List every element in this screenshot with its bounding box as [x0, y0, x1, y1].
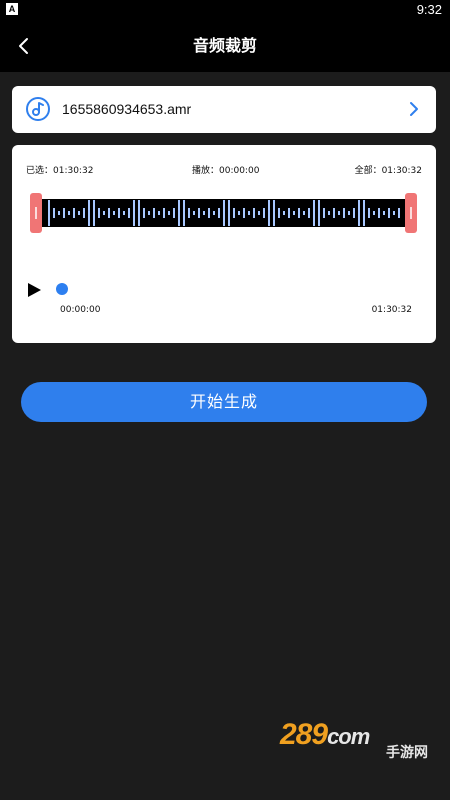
selected-duration: 已选：01:30:32 — [26, 166, 94, 176]
waveform-bar — [258, 211, 260, 215]
waveform-bar — [323, 208, 325, 218]
waveform-bar — [393, 211, 395, 215]
waveform-bar — [73, 208, 75, 218]
waveform-bar — [333, 208, 335, 218]
waveform-bar — [363, 200, 365, 226]
waveform-bar — [328, 211, 330, 215]
waveform-bar — [228, 200, 230, 226]
waveform-bar — [88, 200, 90, 226]
waveform-bar — [253, 208, 255, 218]
trim-handle-left[interactable] — [30, 193, 42, 233]
waveform-bar — [148, 211, 150, 215]
waveform-bar — [68, 211, 70, 215]
waveform-bar — [248, 211, 250, 215]
app-badge: A — [6, 3, 18, 15]
waveform-bar — [223, 200, 225, 226]
waveform-bar — [108, 208, 110, 218]
waveform-bar — [273, 200, 275, 226]
waveform-bar — [98, 208, 100, 218]
waveform-bar — [103, 211, 105, 215]
waveform-bar — [133, 200, 135, 226]
waveform-bar — [158, 211, 160, 215]
waveform-bar — [53, 208, 55, 218]
chevron-right-icon[interactable] — [406, 101, 422, 117]
play-position: 播放：00:00:00 — [192, 166, 260, 176]
waveform-bar — [378, 208, 380, 218]
waveform-bar — [143, 208, 145, 218]
waveform-bar — [288, 208, 290, 218]
waveform-bar — [193, 211, 195, 215]
waveform-bar — [208, 208, 210, 218]
waveform-bar — [303, 211, 305, 215]
waveform-bar — [238, 211, 240, 215]
waveform-bar — [48, 200, 50, 226]
waveform-bar — [183, 200, 185, 226]
waveform-bar — [118, 208, 120, 218]
waveform-bar — [213, 211, 215, 215]
status-time: 9:32 — [416, 2, 442, 17]
waveform-bar — [113, 211, 115, 215]
music-note-icon — [26, 97, 50, 121]
waveform-bar — [313, 200, 315, 226]
play-button[interactable] — [26, 282, 42, 298]
waveform-trimmer[interactable] — [30, 193, 417, 233]
waveform-bar — [198, 208, 200, 218]
waveform-bar — [153, 208, 155, 218]
waveform-bar — [168, 211, 170, 215]
waveform-bar — [338, 211, 340, 215]
waveform-bar — [388, 208, 390, 218]
waveform-bar — [293, 211, 295, 215]
waveform-bar — [268, 200, 270, 226]
waveform-bar — [178, 200, 180, 226]
waveform-bar — [373, 211, 375, 215]
waveform-bar — [263, 208, 265, 218]
waveform-bar — [353, 208, 355, 218]
waveform-bar — [358, 200, 360, 226]
waveform-bar — [233, 208, 235, 218]
waveform-bar — [93, 200, 95, 226]
waveform-bar — [348, 211, 350, 215]
waveform-bar — [318, 200, 320, 226]
waveform-bar — [58, 211, 60, 215]
site-watermark-logo: 289com 手游网 — [280, 718, 428, 761]
end-time: 01:30:32 — [371, 305, 412, 315]
waveform-bar — [188, 208, 190, 218]
waveform-bar — [128, 208, 130, 218]
waveform-bar — [78, 211, 80, 215]
waveform-bar — [138, 200, 140, 226]
waveform-bar — [243, 208, 245, 218]
waveform-bar — [218, 208, 220, 218]
status-bar: A 9:32 — [0, 0, 450, 20]
file-name: 1655860934653.amr — [62, 101, 192, 117]
trim-handle-right[interactable] — [405, 193, 417, 233]
header: 音频裁剪 — [0, 20, 450, 72]
waveform-bar — [398, 208, 400, 218]
waveform-bar — [298, 208, 300, 218]
start-generate-button[interactable]: 开始生成 — [21, 382, 427, 422]
file-card[interactable]: 1655860934653.amr — [12, 86, 436, 133]
waveform-bar — [308, 208, 310, 218]
waveform-bar — [203, 211, 205, 215]
waveform-bar — [173, 208, 175, 218]
play-icon — [28, 283, 41, 297]
waveform-bar — [343, 208, 345, 218]
waveform-bar — [283, 211, 285, 215]
waveform-bar — [383, 211, 385, 215]
waveform-bar — [368, 208, 370, 218]
current-time: 00:00:00 — [60, 305, 101, 315]
total-duration: 全部：01:30:32 — [354, 166, 422, 176]
waveform-bar — [63, 208, 65, 218]
page-title: 音频裁剪 — [192, 36, 257, 55]
progress-slider-knob[interactable] — [56, 283, 68, 295]
waveform-bar — [163, 208, 165, 218]
waveform-bar — [278, 208, 280, 218]
waveform-bar — [83, 208, 85, 218]
audio-editor-card: 已选：01:30:32 播放：00:00:00 全部：01:30:32 00:0… — [12, 145, 436, 343]
waveform-bar — [123, 211, 125, 215]
